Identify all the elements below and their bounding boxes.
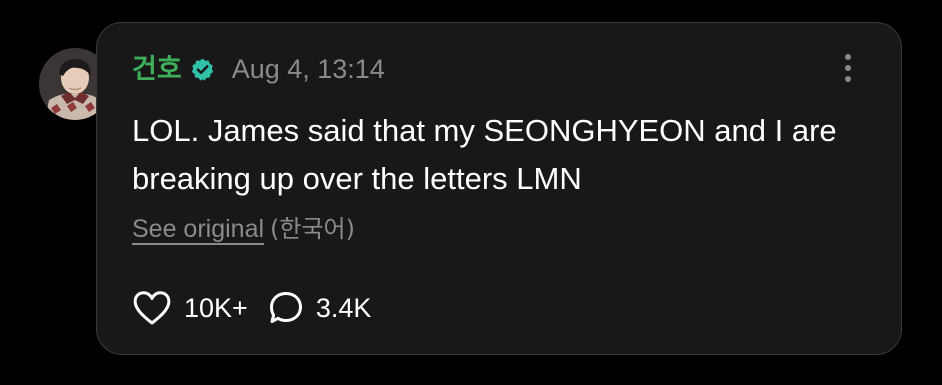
post-card[interactable]: 건호 Aug 4, 13:14 LOL. James said that my … <box>96 22 902 355</box>
reply-button[interactable]: 3.4K <box>268 290 372 326</box>
author-name[interactable]: 건호 <box>132 56 182 83</box>
speech-bubble-icon <box>268 290 304 326</box>
heart-outline-icon <box>132 290 172 326</box>
translation-row: See original (한국어) <box>132 211 355 247</box>
reply-count: 3.4K <box>315 292 372 323</box>
more-vertical-icon[interactable] <box>840 51 856 85</box>
original-language-label: (한국어) <box>270 215 355 243</box>
like-count: 10K+ <box>184 292 248 323</box>
like-button[interactable]: 10K+ <box>132 290 248 326</box>
action-bar: 10K+ 3.4K <box>132 288 371 328</box>
verified-badge-icon <box>190 57 215 82</box>
post-timestamp: Aug 4, 13:14 <box>231 53 385 84</box>
see-original-link[interactable]: See original <box>132 215 264 243</box>
post-header: 건호 Aug 4, 13:14 <box>132 49 385 89</box>
post-text: LOL. James said that my SEONGHYEON and I… <box>132 113 837 196</box>
